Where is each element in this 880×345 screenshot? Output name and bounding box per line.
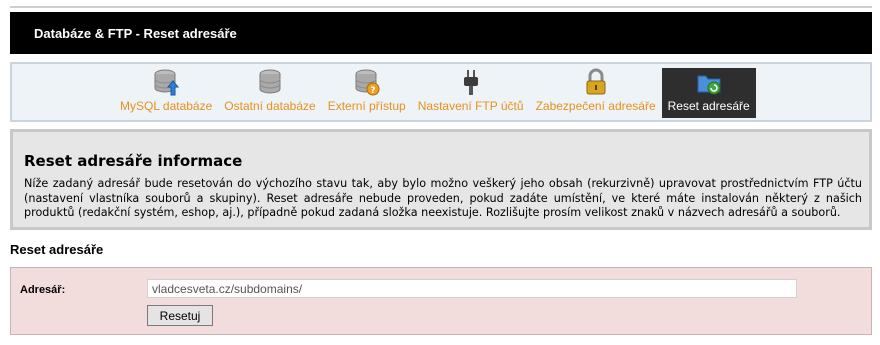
nav-item-directory-reset[interactable]: Reset adresáře (661, 68, 756, 118)
database-icon (257, 68, 283, 96)
reset-form: Adresář: Resetuj (10, 267, 872, 335)
plug-icon (458, 68, 484, 96)
folder-refresh-icon (696, 68, 722, 96)
top-divider (10, 6, 872, 8)
svg-text:?: ? (370, 86, 375, 96)
nav-item-directory-security[interactable]: Zabezpečení adresáře (530, 68, 662, 118)
directory-label: Adresář: (20, 284, 66, 296)
info-text: Níže zadaný adresář bude resetován do vý… (24, 177, 862, 219)
nav-item-label: Externí přístup (327, 99, 406, 113)
nav-item-ftp-accounts[interactable]: Nastavení FTP účtů (412, 68, 530, 118)
reset-button[interactable]: Resetuj (147, 305, 213, 326)
nav-item-mysql[interactable]: MySQL databáze (114, 68, 218, 118)
lock-icon (583, 68, 609, 96)
nav-item-label: Zabezpečení adresáře (535, 99, 656, 113)
section-nav: MySQL databáze Ostatní databáze ? Extern… (10, 62, 872, 122)
info-panel: Reset adresáře informace Níže zadaný adr… (10, 129, 872, 230)
database-upload-icon (153, 68, 180, 96)
directory-input[interactable] (147, 279, 797, 298)
page-title-bar: Databáze & FTP - Reset adresáře (10, 12, 872, 54)
page-title: Databáze & FTP - Reset adresáře (34, 25, 237, 41)
nav-item-other-databases[interactable]: Ostatní databáze (218, 68, 321, 118)
database-help-icon: ? (354, 68, 380, 96)
nav-item-label: MySQL databáze (120, 99, 213, 113)
nav-item-label: Nastavení FTP účtů (417, 99, 524, 113)
form-section-title: Reset adresáře (10, 242, 104, 257)
nav-item-label: Reset adresáře (667, 99, 750, 113)
nav-item-label: Ostatní databáze (224, 99, 316, 113)
info-title: Reset adresáře informace (24, 152, 243, 170)
nav-item-external-access[interactable]: ? Externí přístup (322, 68, 412, 118)
